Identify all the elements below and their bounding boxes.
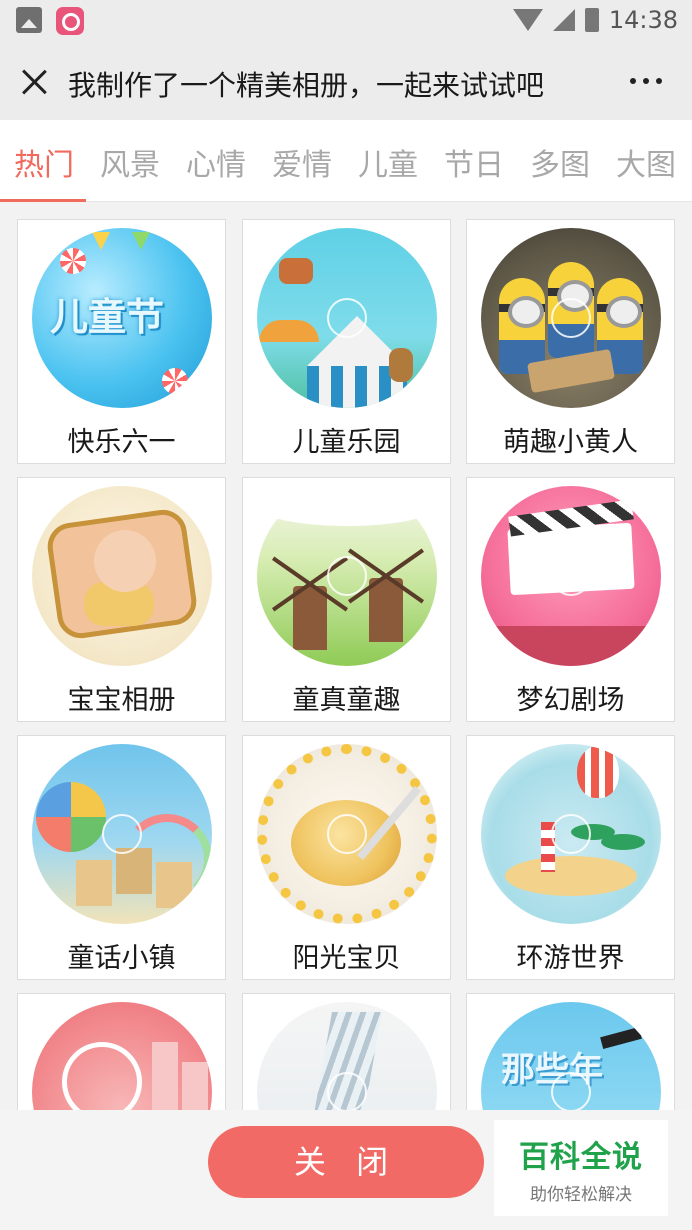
graduation-cap-icon [600, 1027, 642, 1049]
tab-holiday[interactable]: 节日 [444, 140, 504, 184]
album-card[interactable]: 儿童节 快乐六一 [17, 219, 226, 464]
play-ring-icon [327, 556, 367, 596]
wifi-icon [512, 9, 543, 31]
tab-love[interactable]: 爱情 [272, 140, 332, 184]
tab-children[interactable]: 儿童 [358, 140, 418, 184]
album-thumbnail [32, 1002, 212, 1110]
album-thumbnail [481, 744, 661, 924]
battery-icon [584, 8, 599, 32]
play-ring-icon [327, 298, 367, 338]
album-card[interactable]: 宝宝相册 [17, 477, 226, 722]
album-title: 童真童趣 [292, 685, 401, 716]
album-title: 儿童乐园 [292, 427, 401, 458]
album-card[interactable]: 萌趣小黄人 [466, 219, 675, 464]
album-card[interactable] [242, 993, 451, 1110]
album-card[interactable]: 阳光宝贝 [242, 735, 451, 980]
play-ring-icon [327, 1072, 367, 1110]
album-card[interactable]: 环游世界 [466, 735, 675, 980]
album-card[interactable] [17, 993, 226, 1110]
more-options-icon[interactable] [630, 78, 662, 84]
album-thumbnail [257, 744, 437, 924]
watermark-subtitle: 助你轻松解决 [530, 1185, 632, 1205]
title-bar: 我制作了一个精美相册，一起来试试吧 [0, 44, 692, 120]
play-ring-icon [551, 298, 591, 338]
album-thumbnail: 那些年 [481, 1002, 661, 1110]
album-title: 梦幻剧场 [516, 685, 625, 716]
close-icon[interactable] [20, 68, 48, 96]
play-ring-icon [551, 814, 591, 854]
watermark-title: 百科全说 [519, 1140, 643, 1175]
album-card[interactable]: 梦幻剧场 [466, 477, 675, 722]
album-card[interactable]: 儿童乐园 [242, 219, 451, 464]
active-tab-indicator [0, 199, 86, 202]
album-thumbnail [481, 228, 661, 408]
play-ring-icon [102, 814, 142, 854]
album-thumbnail: 儿童节 [32, 228, 212, 408]
album-card[interactable]: 童真童趣 [242, 477, 451, 722]
status-time: 14:38 [608, 6, 678, 34]
album-thumbnail [257, 486, 437, 666]
signal-icon [552, 9, 575, 31]
album-title: 童话小镇 [67, 943, 176, 974]
tab-large-photo[interactable]: 大图 [616, 140, 676, 184]
close-button[interactable]: 关 闭 [208, 1126, 484, 1198]
thumbnail-caption: 儿童节 [50, 295, 165, 339]
play-ring-icon [327, 814, 367, 854]
album-thumbnail [32, 744, 212, 924]
play-ring-icon [551, 1072, 591, 1110]
category-tabs: 热门 风景 心情 爱情 儿童 节日 多图 大图 [0, 120, 692, 202]
album-card[interactable]: 那些年 [466, 993, 675, 1110]
album-thumbnail [257, 228, 437, 408]
app-notification-icon [56, 7, 84, 35]
album-title: 萌趣小黄人 [503, 427, 638, 458]
album-grid: 儿童节 快乐六一 儿童乐园 萌趣小黄人 宝宝相册 童真童趣 梦幻剧场 童话小镇 … [0, 203, 692, 1110]
album-title: 快乐六一 [67, 427, 176, 458]
play-ring-icon [551, 556, 591, 596]
tab-multi-photo[interactable]: 多图 [530, 140, 590, 184]
page-title: 我制作了一个精美相册，一起来试试吧 [68, 69, 545, 102]
album-thumbnail [481, 486, 661, 666]
album-title: 环游世界 [516, 943, 625, 974]
tab-mood[interactable]: 心情 [186, 140, 246, 184]
album-title: 阳光宝贝 [292, 943, 401, 974]
album-thumbnail [257, 1002, 437, 1110]
tab-hot[interactable]: 热门 [14, 140, 74, 184]
status-bar: 14:38 [0, 0, 692, 44]
album-thumbnail [32, 486, 212, 666]
album-title: 宝宝相册 [67, 685, 176, 716]
watermark-logo: 百科全说 助你轻松解决 [494, 1120, 668, 1216]
tab-scenery[interactable]: 风景 [100, 140, 160, 184]
album-card[interactable]: 童话小镇 [17, 735, 226, 980]
gallery-notification-icon [16, 7, 42, 33]
bottom-bar: 关 闭 百科全说 助你轻松解决 [0, 1110, 692, 1230]
